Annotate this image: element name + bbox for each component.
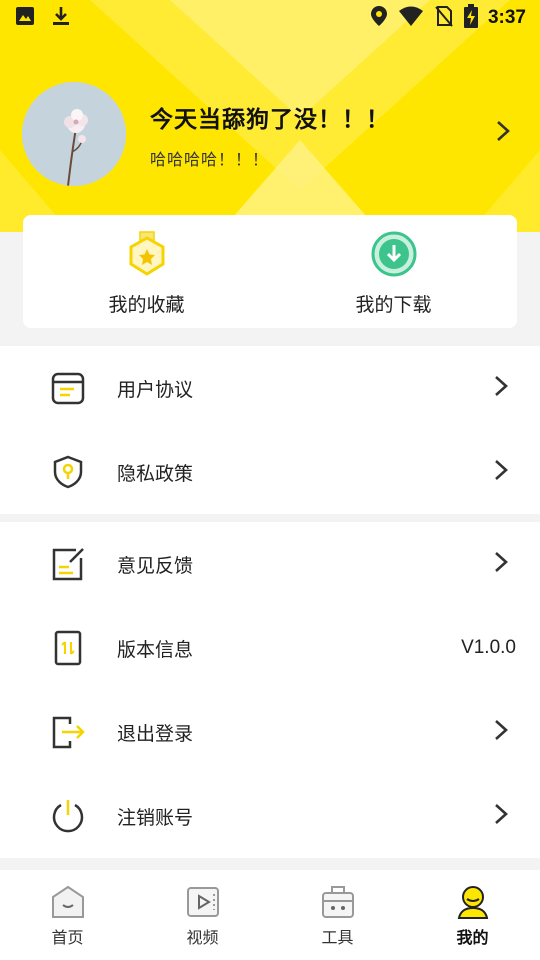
agreement-icon: [50, 370, 86, 406]
profile-name: 今天当舔狗了没！！！: [150, 107, 390, 133]
menu-label: 用户协议: [117, 378, 194, 401]
home-icon: [50, 884, 86, 920]
downloads-label: 我的下载: [355, 294, 432, 316]
menu-item-delete-account[interactable]: 注销账号: [0, 774, 540, 858]
menu-label: 意见反馈: [117, 554, 194, 577]
image-icon: [14, 5, 36, 31]
chevron-right-icon: [494, 551, 508, 577]
menu-label: 隐私政策: [117, 462, 194, 485]
menu-item-version-info[interactable]: 版本信息 V1.0.0: [0, 606, 540, 690]
toolbox-icon: [320, 884, 356, 920]
logout-icon: [50, 714, 86, 750]
no-sim-icon: [434, 5, 454, 31]
profile-header: 3:37 今天当舔狗了没！！！ 哈哈哈哈！！！: [0, 0, 540, 232]
menu-group-account: 意见反馈 版本信息 V1.0.0 退出登录 注销账号: [0, 522, 540, 858]
location-icon: [370, 5, 388, 31]
menu-item-user-agreement[interactable]: 用户协议: [0, 346, 540, 430]
menu-group-legal: 用户协议 隐私政策: [0, 346, 540, 514]
version-value: V1.0.0: [461, 637, 516, 658]
menu-label: 版本信息: [117, 638, 194, 661]
tab-profile[interactable]: 我的: [405, 870, 540, 960]
chevron-right-icon: [494, 459, 508, 485]
video-icon: [185, 884, 221, 920]
download-circle-icon: [370, 230, 418, 278]
shortcut-card: 我的收藏 我的下载: [23, 215, 517, 328]
chevron-right-icon[interactable]: [496, 120, 510, 146]
chevron-right-icon: [494, 375, 508, 401]
battery-charging-icon: [463, 4, 478, 32]
download-icon: [50, 5, 72, 31]
tab-label: 首页: [51, 928, 84, 947]
tab-home[interactable]: 首页: [0, 870, 135, 960]
favorites-button[interactable]: 我的收藏: [23, 215, 270, 328]
downloads-button[interactable]: 我的下载: [270, 215, 517, 328]
menu-label: 退出登录: [117, 722, 194, 745]
chevron-right-icon: [494, 803, 508, 829]
menu-item-logout[interactable]: 退出登录: [0, 690, 540, 774]
chevron-right-icon: [494, 719, 508, 745]
menu-item-privacy-policy[interactable]: 隐私政策: [0, 430, 540, 514]
tab-tools[interactable]: 工具: [270, 870, 405, 960]
feedback-icon: [50, 546, 86, 582]
tab-label: 视频: [186, 928, 219, 947]
tab-label: 工具: [321, 928, 354, 947]
profile-row[interactable]: 今天当舔狗了没！！！ 哈哈哈哈！！！: [0, 82, 540, 186]
menu-item-feedback[interactable]: 意见反馈: [0, 522, 540, 606]
profile-icon: [455, 884, 491, 920]
tab-video[interactable]: 视频: [135, 870, 270, 960]
wifi-icon: [398, 5, 424, 31]
favorites-label: 我的收藏: [108, 294, 185, 316]
profile-signature: 哈哈哈哈！！！: [150, 150, 270, 169]
power-icon: [50, 798, 86, 834]
status-bar: 3:37: [0, 0, 540, 36]
version-icon: [50, 630, 86, 666]
avatar[interactable]: [22, 82, 126, 186]
privacy-shield-icon: [50, 454, 86, 490]
favorites-badge-icon: [123, 230, 171, 278]
menu-label: 注销账号: [117, 806, 194, 829]
bottom-tab-bar: 首页 视频 工具 我的: [0, 870, 540, 960]
tab-label: 我的: [456, 928, 489, 947]
status-time: 3:37: [487, 7, 526, 28]
